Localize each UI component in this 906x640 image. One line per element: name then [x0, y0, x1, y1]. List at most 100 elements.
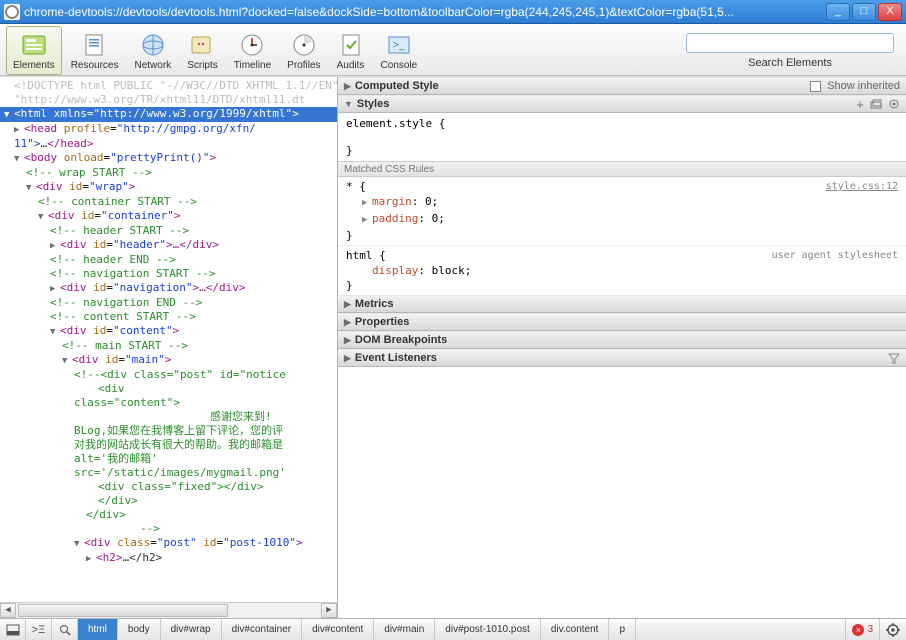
element-style-selector: element.style {: [346, 117, 898, 130]
tab-resources[interactable]: Resources: [64, 26, 126, 75]
tab-scripts[interactable]: Scripts: [180, 26, 225, 75]
comment-text-3[interactable]: 对我的网站成长有很大的帮助。我的邮箱是: [0, 438, 337, 452]
dom-nav-node[interactable]: <div id="navigation">…</div>: [0, 281, 337, 296]
profiles-icon: [290, 31, 318, 59]
chevron-down-icon: ▼: [344, 99, 353, 109]
svg-text:>_: >_: [393, 40, 405, 51]
tab-elements-label: Elements: [13, 60, 55, 71]
inspect-icon[interactable]: [52, 619, 78, 640]
tab-network[interactable]: Network: [128, 26, 179, 75]
search-elements-input[interactable]: [686, 33, 894, 53]
dom-html-node[interactable]: <html xmlns="http://www.w3.org/1999/xhtm…: [0, 107, 337, 122]
gear-icon[interactable]: [888, 98, 900, 110]
dom-panel: <!DOCTYPE html PUBLIC "-//W3C//DTD XHTML…: [0, 77, 338, 618]
comment-nav-start[interactable]: <!-- navigation START -->: [0, 267, 337, 281]
prop-display: display: [372, 264, 418, 277]
breadcrumb-main[interactable]: div#main: [374, 619, 435, 640]
rule-universal[interactable]: style.css:12 * { ▶margin: 0; ▶padding: 0…: [338, 177, 906, 245]
dock-icon[interactable]: [0, 619, 26, 640]
breadcrumb-p[interactable]: p: [609, 619, 636, 640]
timeline-icon: [238, 31, 266, 59]
properties-pane-header[interactable]: ▶ Properties: [338, 313, 906, 331]
breadcrumb-wrap[interactable]: div#wrap: [161, 619, 222, 640]
properties-title: Properties: [355, 316, 409, 328]
statusbar: >Ξ html body div#wrap div#container div#…: [0, 618, 906, 640]
rule-close: }: [346, 278, 898, 293]
dom-horizontal-scrollbar[interactable]: ◀ ▶: [0, 602, 337, 618]
dom-h2-node[interactable]: <h2>…</h2>: [0, 551, 337, 566]
filter-icon[interactable]: [888, 352, 900, 364]
dom-container-node[interactable]: <div id="container">: [0, 209, 337, 224]
dom-wrap-node[interactable]: <div id="wrap">: [0, 180, 337, 195]
comment-content-start[interactable]: <!-- content START -->: [0, 310, 337, 324]
add-style-icon[interactable]: +: [856, 97, 864, 112]
console-toggle-icon[interactable]: >Ξ: [26, 619, 52, 640]
tab-profiles-label: Profiles: [287, 60, 320, 71]
element-style-block[interactable]: element.style { }: [338, 113, 906, 161]
doctype-line: <!DOCTYPE html PUBLIC "-//W3C//DTD XHTML…: [0, 79, 337, 93]
comment-text-1[interactable]: 感谢您来到!: [0, 410, 337, 424]
comment-notice-3[interactable]: class="content">: [0, 396, 337, 410]
scrollbar-left-button[interactable]: ◀: [0, 603, 16, 618]
dom-content-node[interactable]: <div id="content">: [0, 324, 337, 339]
comment-text-8[interactable]: </div>: [0, 508, 337, 522]
network-icon: [139, 31, 167, 59]
tab-network-label: Network: [135, 60, 172, 71]
dom-main-node[interactable]: <div id="main">: [0, 353, 337, 368]
rule-source-link[interactable]: style.css:12: [826, 179, 898, 194]
scrollbar-thumb[interactable]: [18, 604, 228, 617]
comment-text-9[interactable]: -->: [0, 522, 337, 536]
computed-style-pane-header[interactable]: ▶ Computed Style Show inherited: [338, 77, 906, 95]
toggle-state-icon[interactable]: [870, 98, 882, 110]
tab-console[interactable]: >_ Console: [374, 26, 425, 75]
tab-profiles[interactable]: Profiles: [280, 26, 327, 75]
comment-container-start[interactable]: <!-- container START -->: [0, 195, 337, 209]
error-counter[interactable]: × 3: [845, 619, 880, 640]
settings-gear-icon[interactable]: [880, 619, 906, 640]
event-listeners-pane-header[interactable]: ▶ Event Listeners: [338, 349, 906, 367]
dom-body-node[interactable]: <body onload="prettyPrint()">: [0, 151, 337, 166]
comment-text-7[interactable]: </div>: [0, 494, 337, 508]
chevron-right-icon: ▶: [344, 335, 351, 346]
breadcrumb-container[interactable]: div#container: [222, 619, 302, 640]
rule-html[interactable]: user agent stylesheet html { display: bl…: [338, 245, 906, 295]
styles-pane-header[interactable]: ▼ Styles +: [338, 95, 906, 113]
comment-text-5[interactable]: src='/static/images/mygmail.png': [0, 466, 337, 480]
event-listeners-title: Event Listeners: [355, 352, 437, 364]
comment-notice-1[interactable]: <!--<div class="post" id="notice: [0, 368, 337, 382]
window-close-button[interactable]: X: [878, 3, 902, 21]
window-maximize-button[interactable]: □: [852, 3, 876, 21]
window-minimize-button[interactable]: _: [826, 3, 850, 21]
tab-audits-label: Audits: [337, 60, 365, 71]
tab-timeline[interactable]: Timeline: [227, 26, 278, 75]
comment-notice-2[interactable]: <div: [0, 382, 337, 396]
dom-tree[interactable]: <!DOCTYPE html PUBLIC "-//W3C//DTD XHTML…: [0, 77, 337, 602]
comment-header-end[interactable]: <!-- header END -->: [0, 253, 337, 267]
tab-audits[interactable]: Audits: [330, 26, 372, 75]
rule-selector: * {: [346, 179, 898, 194]
breadcrumb-content[interactable]: div#content: [302, 619, 374, 640]
comment-header-start[interactable]: <!-- header START -->: [0, 224, 337, 238]
breadcrumb-body[interactable]: body: [118, 619, 161, 640]
dom-head-node-2[interactable]: 11">…</head>: [0, 137, 337, 151]
dom-header-node[interactable]: <div id="header">…</div>: [0, 238, 337, 253]
breadcrumb-html[interactable]: html: [78, 619, 118, 640]
comment-main-start[interactable]: <!-- main START -->: [0, 339, 337, 353]
metrics-pane-header[interactable]: ▶ Metrics: [338, 295, 906, 313]
dom-head-node[interactable]: <head profile="http://gmpg.org/xfn/: [0, 122, 337, 137]
comment-nav-end[interactable]: <!-- navigation END -->: [0, 296, 337, 310]
scrollbar-right-button[interactable]: ▶: [321, 603, 337, 618]
tab-resources-label: Resources: [71, 60, 119, 71]
breadcrumb-post[interactable]: div#post-1010.post: [435, 619, 541, 640]
comment-wrap-start[interactable]: <!-- wrap START -->: [0, 166, 337, 180]
breadcrumb-divcontent[interactable]: div.content: [541, 619, 610, 640]
window-titlebar: chrome-devtools://devtools/devtools.html…: [0, 0, 906, 24]
show-inherited-checkbox[interactable]: [810, 81, 821, 92]
tab-elements[interactable]: Elements: [6, 26, 62, 75]
dom-post-node[interactable]: <div class="post" id="post-1010">: [0, 536, 337, 551]
comment-text-2[interactable]: BLog,如果您在我博客上留下评论，您的评: [0, 424, 337, 438]
search-elements-label: Search Elements: [748, 57, 832, 69]
comment-text-6[interactable]: <div class="fixed"></div>: [0, 480, 337, 494]
comment-text-4[interactable]: alt='我的邮箱': [0, 452, 337, 466]
dom-breakpoints-pane-header[interactable]: ▶ DOM Breakpoints: [338, 331, 906, 349]
